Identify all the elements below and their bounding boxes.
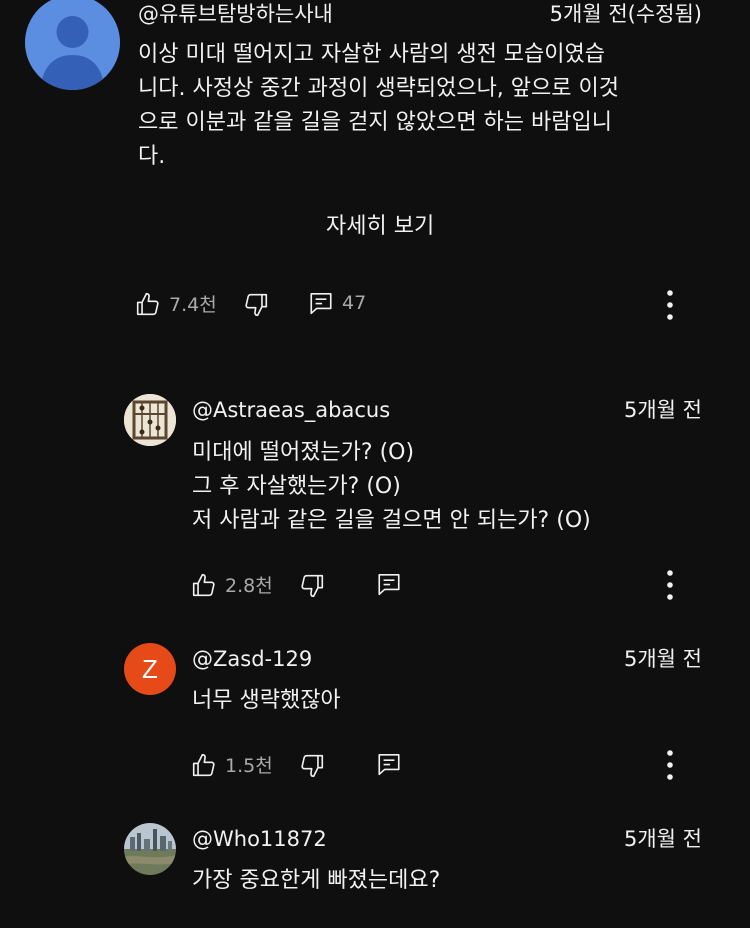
reply-author[interactable]: @Astraeas_abacus xyxy=(192,397,390,423)
main-comment-text: 이상 미대 떨어지고 자살한 사람의 생전 모습이였습 니다. 사정상 중간 과… xyxy=(138,38,718,174)
reply-author[interactable]: @Who11872 xyxy=(192,826,327,852)
avatar-letter: Z xyxy=(142,653,158,684)
reply-text: 너무 생략했잖아 xyxy=(192,684,712,718)
comment-text-line: 이상 미대 떨어지고 자살한 사람의 생전 모습이였습 xyxy=(138,42,606,67)
read-more-link[interactable]: 자세히 보기 xyxy=(326,212,434,242)
reply-time: 5개월 전 xyxy=(624,827,702,851)
thumbs-up-icon xyxy=(192,573,215,596)
more-vert-icon xyxy=(667,750,673,780)
reply-avatar[interactable] xyxy=(124,394,176,446)
thumbs-up-icon xyxy=(192,753,215,776)
default-person-icon xyxy=(25,0,120,90)
abacus-icon xyxy=(124,394,176,446)
reply-author[interactable]: @Zasd-129 xyxy=(192,646,312,672)
reply-time: 5개월 전 xyxy=(624,647,702,671)
reply-avatar[interactable]: Z xyxy=(124,643,176,695)
comment-text-line: 가장 중요한게 빠졌는데요? xyxy=(192,868,441,893)
reply-button[interactable] xyxy=(376,571,402,597)
like-button[interactable]: 7.4천 xyxy=(135,290,217,317)
comment-icon xyxy=(378,753,400,776)
more-vert-icon xyxy=(667,570,673,600)
comment-text-line: 너무 생략했잖아 xyxy=(192,688,341,713)
reply-count: 47 xyxy=(342,292,367,314)
reply-time: 5개월 전 xyxy=(624,398,702,422)
thumbs-down-icon xyxy=(301,754,324,778)
comment-text-line: 미대에 떨어졌는가? (O) xyxy=(192,440,415,465)
comment-text-line: 으로 이분과 같을 길을 걷지 않았으면 하는 바람입니 xyxy=(138,110,612,135)
main-comment-avatar[interactable] xyxy=(25,0,120,90)
like-count: 1.5천 xyxy=(225,755,273,777)
thumbs-up-icon xyxy=(136,292,159,315)
main-comment-author[interactable]: @유튜브탐방하는사내 xyxy=(138,1,333,27)
reply-text: 가장 중요한게 빠졌는데요? xyxy=(192,864,712,898)
like-count: 7.4천 xyxy=(169,294,217,316)
more-options-button[interactable] xyxy=(655,745,685,785)
comment-text-line: 다. xyxy=(138,144,166,169)
dislike-button[interactable] xyxy=(243,292,269,318)
reply-button[interactable]: 47 xyxy=(308,290,366,316)
comment-icon xyxy=(378,573,400,596)
more-options-button[interactable] xyxy=(655,285,685,325)
comment-text-line: 니다. 사정상 중간 과정이 생략되었으나, 앞으로 이것 xyxy=(138,76,619,101)
like-button[interactable]: 1.5천 xyxy=(191,751,273,778)
more-vert-icon xyxy=(667,290,673,320)
reply-button[interactable] xyxy=(376,751,402,777)
more-options-button[interactable] xyxy=(655,565,685,605)
like-button[interactable]: 2.8천 xyxy=(191,571,273,598)
comment-icon xyxy=(310,292,332,315)
thumbs-down-icon xyxy=(245,293,268,317)
thumbs-down-icon xyxy=(301,574,324,598)
dislike-button[interactable] xyxy=(299,573,325,599)
cityscape-icon xyxy=(124,823,176,875)
dislike-button[interactable] xyxy=(299,753,325,779)
reply-avatar[interactable] xyxy=(124,823,176,875)
like-count: 2.8천 xyxy=(225,575,273,597)
comment-text-line: 저 사람과 같은 길을 걸으면 안 되는가? (O) xyxy=(192,508,591,533)
reply-text: 미대에 떨어졌는가? (O) 그 후 자살했는가? (O) 저 사람과 같은 길… xyxy=(192,436,712,538)
comment-text-line: 그 후 자살했는가? (O) xyxy=(192,474,401,499)
main-comment-time: 5개월 전(수정됨) xyxy=(549,2,702,26)
